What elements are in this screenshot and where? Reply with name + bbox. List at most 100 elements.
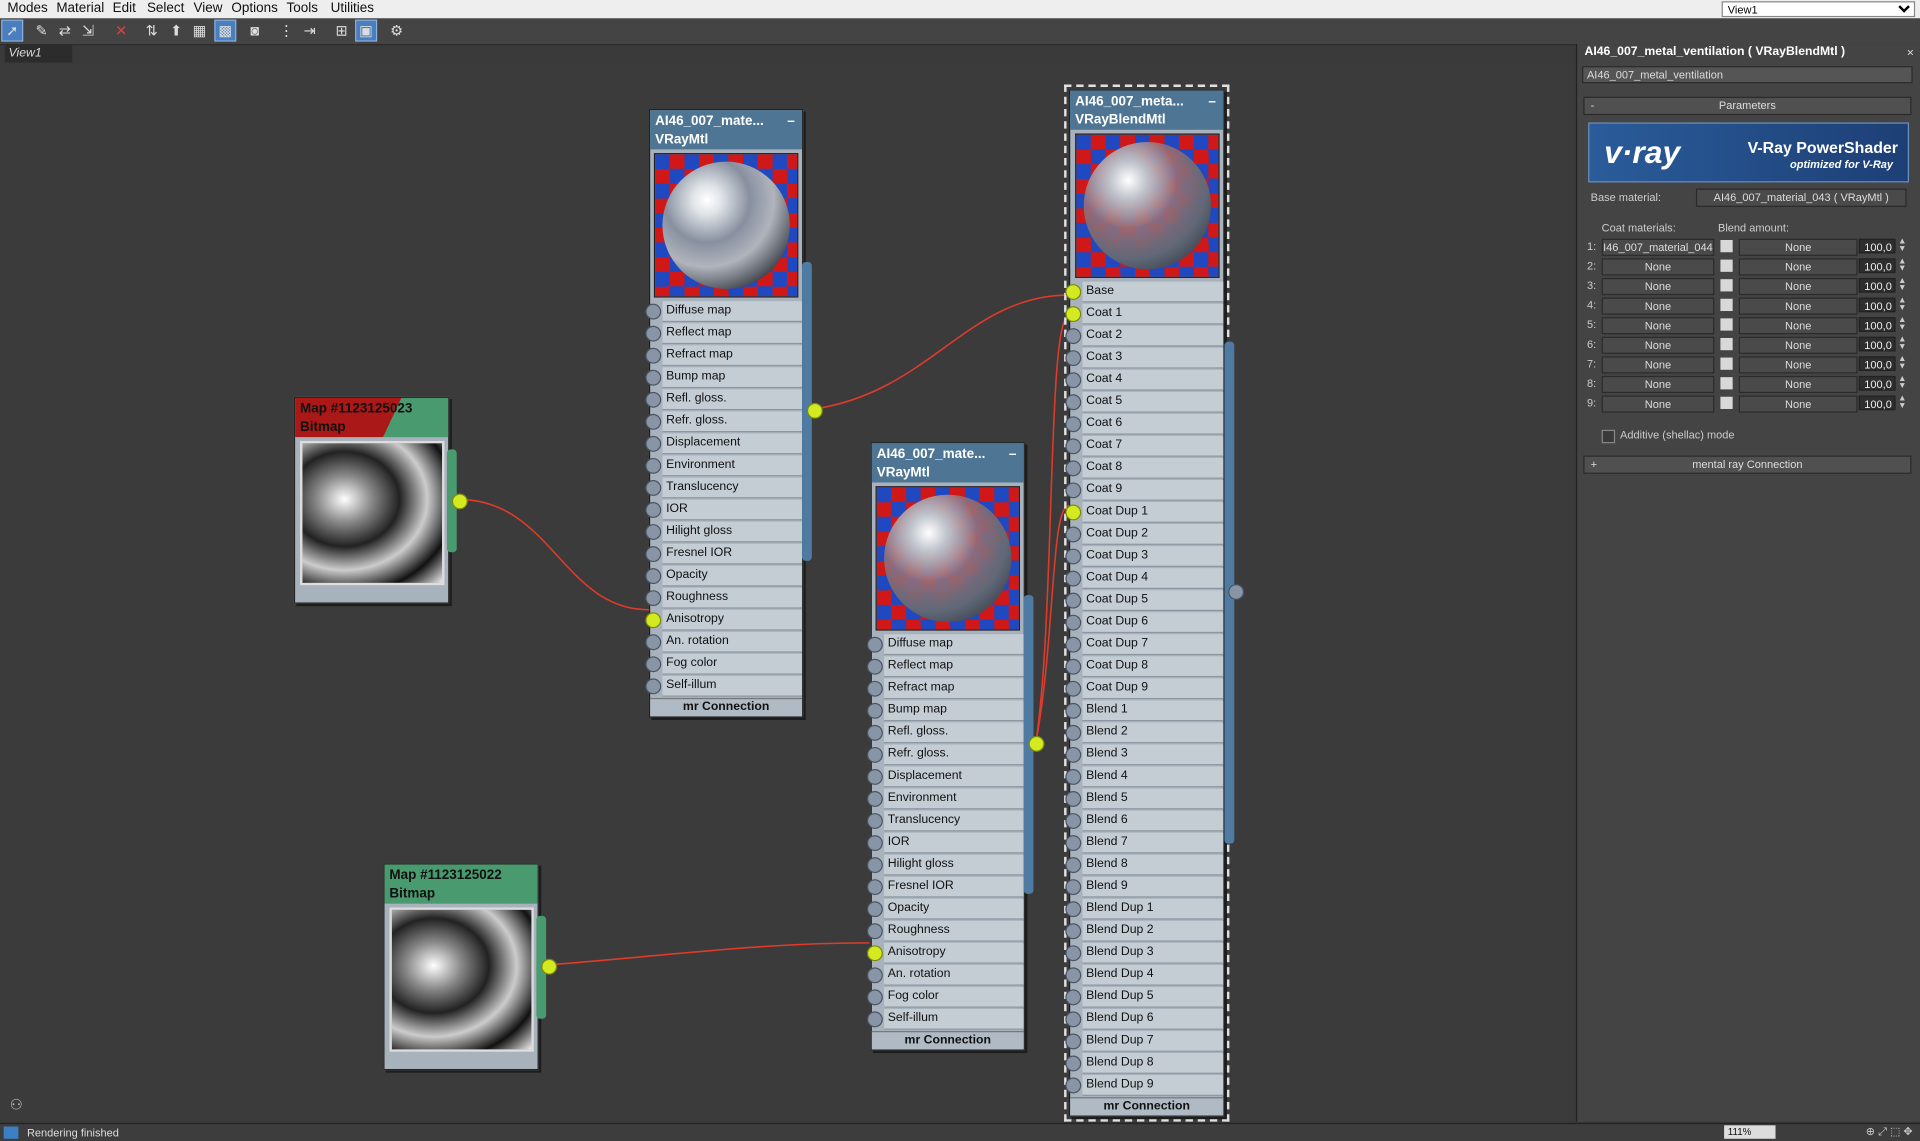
input-slot[interactable]: Displacement (866, 766, 1024, 788)
input-socket[interactable] (1065, 350, 1082, 367)
input-slot[interactable]: Blend 8 (1065, 854, 1224, 876)
input-slot[interactable]: Coat Dup 5 (1065, 590, 1224, 612)
input-socket[interactable] (866, 967, 883, 984)
parameters-rollout[interactable]: - Parameters (1583, 96, 1912, 116)
blend-color-swatch[interactable] (1720, 377, 1733, 390)
blend-amount-field[interactable]: 100,0 (1858, 297, 1896, 313)
input-slot[interactable]: Blend 4 (1065, 766, 1224, 788)
input-socket[interactable] (1065, 680, 1082, 697)
spinner-icon[interactable]: ▲ ▼ (1898, 355, 1906, 371)
spinner-icon[interactable]: ▲ ▼ (1898, 336, 1906, 352)
input-slot[interactable]: Coat 6 (1065, 413, 1224, 435)
input-slot[interactable]: Refract map (645, 345, 803, 367)
layout-children-icon[interactable]: ⇥ (300, 21, 320, 41)
blend-map-button[interactable]: None (1738, 317, 1858, 335)
blend-color-swatch[interactable] (1720, 259, 1733, 272)
input-socket[interactable] (1065, 614, 1082, 631)
input-slot[interactable]: Coat 5 (1065, 391, 1224, 413)
input-socket[interactable] (1065, 879, 1082, 896)
input-socket[interactable] (866, 636, 883, 653)
input-slot[interactable]: Coat 1 (1065, 303, 1224, 325)
input-socket[interactable] (645, 502, 662, 518)
input-slot[interactable]: Blend 9 (1065, 876, 1224, 898)
menu-view[interactable]: View (193, 1, 222, 16)
input-socket[interactable] (1065, 768, 1082, 785)
menu-options[interactable]: Options (231, 1, 277, 16)
input-slot[interactable]: Roughness (866, 920, 1024, 942)
input-socket[interactable] (1065, 504, 1082, 521)
material-043-output-socket[interactable] (806, 402, 823, 419)
input-socket[interactable] (1065, 394, 1082, 411)
input-slot[interactable]: Translucency (866, 810, 1024, 832)
input-slot[interactable]: Refl. gloss. (645, 389, 803, 411)
input-slot[interactable]: Coat Dup 4 (1065, 568, 1224, 589)
node-map-023[interactable]: Map #1123125023 Bitmap (293, 396, 457, 604)
show-panel-icon[interactable]: ▣ (355, 19, 378, 42)
input-socket[interactable] (645, 325, 662, 342)
input-socket[interactable] (866, 923, 883, 940)
input-slot[interactable]: Opacity (645, 565, 803, 587)
blend-color-swatch[interactable] (1720, 337, 1733, 351)
blend-amount-field[interactable]: 100,0 (1858, 258, 1896, 274)
input-slot[interactable]: Fresnel IOR (866, 876, 1024, 898)
input-socket[interactable] (866, 768, 883, 785)
input-socket[interactable] (866, 857, 883, 874)
spinner-icon[interactable]: ▲ ▼ (1898, 277, 1906, 293)
input-slot[interactable]: Hilight gloss (645, 521, 803, 543)
blend-map-button[interactable]: None (1738, 258, 1858, 276)
input-slot[interactable]: Coat 8 (1065, 457, 1224, 479)
input-socket[interactable] (1065, 306, 1082, 323)
input-socket[interactable] (1065, 328, 1082, 345)
blend-map-button[interactable]: None (1738, 277, 1858, 296)
input-slot[interactable]: Translucency (645, 477, 803, 499)
input-slot[interactable]: Displacement (645, 433, 803, 455)
input-socket[interactable] (866, 901, 883, 918)
blend-map-button[interactable]: None (1738, 297, 1858, 315)
input-slot[interactable]: Coat Dup 7 (1065, 634, 1224, 656)
node-map-022[interactable]: Map #1123125022 Bitmap (383, 863, 547, 1071)
input-socket[interactable] (645, 369, 662, 386)
input-slot[interactable]: Fog color (645, 653, 803, 675)
input-slot[interactable]: Coat Dup 9 (1065, 678, 1224, 700)
minimize-icon[interactable]: – (787, 113, 795, 131)
input-slot[interactable]: IOR (866, 832, 1024, 854)
input-slot[interactable]: IOR (645, 499, 803, 521)
input-socket[interactable] (645, 568, 662, 585)
input-socket[interactable] (1065, 923, 1082, 940)
input-slot[interactable]: Coat 4 (1065, 369, 1224, 391)
input-slot[interactable]: Bump map (866, 700, 1024, 722)
input-socket[interactable] (645, 524, 662, 541)
input-socket[interactable] (1065, 284, 1082, 301)
input-socket[interactable] (1065, 791, 1082, 807)
input-slot[interactable]: Fresnel IOR (645, 543, 803, 565)
input-socket[interactable] (1065, 967, 1082, 984)
blend-map-button[interactable]: None (1738, 336, 1858, 354)
input-slot[interactable]: Refr. gloss. (866, 744, 1024, 766)
minimize-icon[interactable]: – (1208, 93, 1216, 111)
input-slot[interactable]: Coat 9 (1065, 480, 1224, 501)
input-socket[interactable] (1065, 438, 1082, 455)
minimize-icon[interactable]: – (1009, 446, 1017, 464)
input-slot[interactable]: Refract map (866, 678, 1024, 700)
spinner-icon[interactable]: ▲ ▼ (1898, 296, 1906, 313)
input-slot[interactable]: Blend Dup 7 (1065, 1031, 1224, 1052)
blend-color-swatch[interactable] (1720, 298, 1733, 312)
input-socket[interactable] (866, 658, 883, 675)
input-slot[interactable]: Blend Dup 4 (1065, 964, 1224, 986)
blend-color-swatch[interactable] (1720, 318, 1733, 331)
input-socket[interactable] (645, 303, 662, 320)
view-selector[interactable]: View1 (1721, 1, 1916, 18)
checker-icon[interactable]: ▩ (214, 19, 237, 42)
input-slot[interactable]: Blend Dup 2 (1065, 920, 1224, 942)
input-socket[interactable] (645, 546, 662, 563)
input-slot[interactable]: Blend Dup 3 (1065, 942, 1224, 964)
view-tab[interactable]: View1 (4, 45, 73, 63)
input-socket[interactable] (1065, 636, 1082, 653)
input-slot[interactable]: Bump map (645, 367, 803, 389)
menu-edit[interactable]: Edit (113, 1, 136, 16)
additive-checkbox[interactable] (1601, 429, 1616, 444)
show-map-icon[interactable]: ◙ (245, 21, 265, 41)
input-slot[interactable]: Refr. gloss. (645, 411, 803, 433)
input-slot[interactable]: Blend Dup 8 (1065, 1053, 1224, 1074)
node-material-043[interactable]: AI46_007_mate... VRayMtl – Diffuse map Re… (645, 108, 812, 718)
